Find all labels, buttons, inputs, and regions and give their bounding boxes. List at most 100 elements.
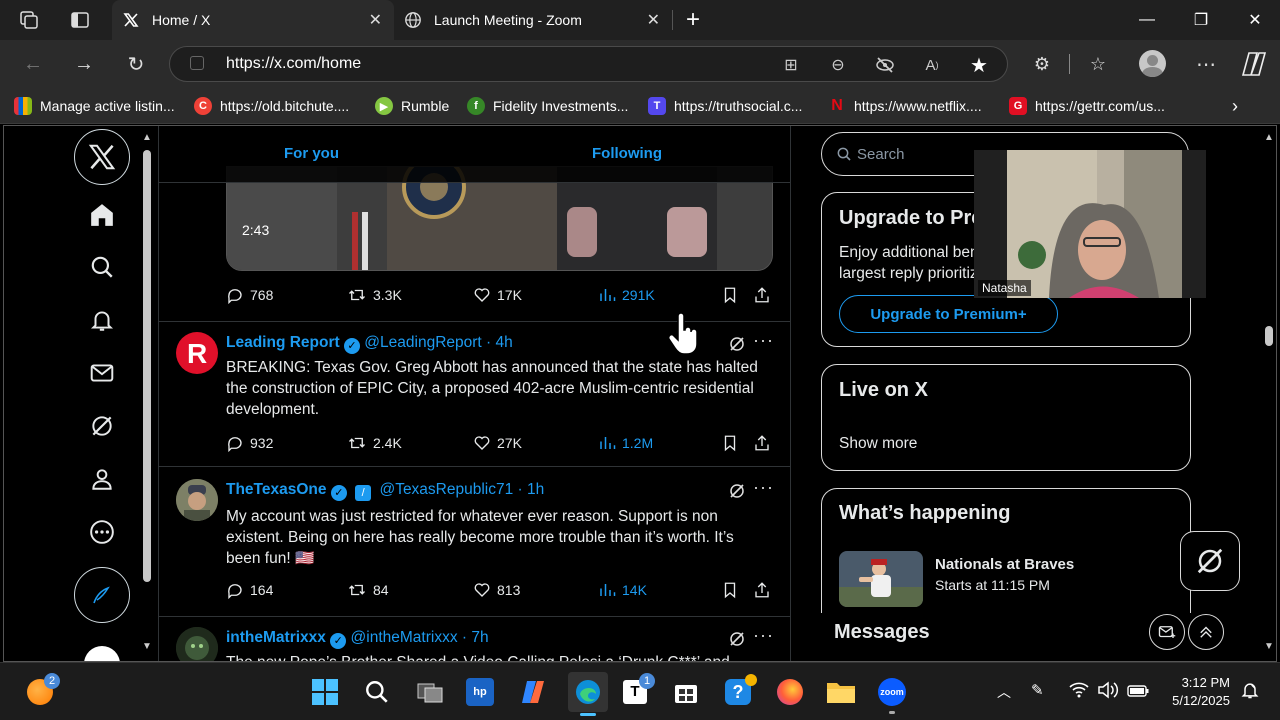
share-button[interactable] [753, 286, 771, 304]
show-hidden-icons[interactable]: ︿ [997, 682, 1011, 702]
bookmark-button[interactable] [721, 581, 739, 599]
microsoft-store-icon[interactable] [670, 676, 702, 708]
myhp-icon[interactable]: hp [466, 678, 494, 706]
copilot-icon[interactable] [1238, 48, 1270, 80]
event-thumbnail[interactable] [839, 551, 923, 607]
app-available-icon[interactable]: ⊞ [780, 54, 802, 76]
expand-messages-icon[interactable] [1188, 614, 1224, 650]
back-icon[interactable]: ← [17, 48, 49, 80]
restore-icon[interactable]: ❐ [1174, 0, 1228, 40]
edge-browser-icon[interactable] [568, 672, 608, 716]
start-windows-icon[interactable] [309, 676, 341, 708]
bookmark-button[interactable] [721, 286, 739, 304]
grok-icon[interactable] [728, 630, 746, 648]
avatar[interactable]: R [176, 332, 218, 374]
file-explorer-icon[interactable] [825, 676, 857, 708]
battery-icon[interactable] [1127, 684, 1149, 702]
share-button[interactable] [753, 434, 771, 452]
post-inthematrixxx[interactable]: intheMatrixxx ✓ @intheMatrixxx · 7h ··· … [159, 616, 790, 661]
favorite-star-icon[interactable]: ★ [968, 54, 990, 77]
like-button[interactable]: 27K [473, 434, 522, 452]
forward-icon[interactable]: → [68, 48, 100, 80]
x-logo-icon[interactable] [74, 129, 130, 185]
reply-button[interactable]: 164 [226, 581, 273, 599]
widgets-icon[interactable]: 2 [24, 673, 60, 708]
views-button[interactable]: 1.2M [598, 434, 653, 452]
show-more-link[interactable]: Show more [839, 433, 917, 454]
views-button[interactable]: 291K [598, 286, 655, 304]
share-button[interactable] [753, 581, 771, 599]
address-bar[interactable]: https://x.com/home ⊞ ⊖ A) ★ [169, 46, 1008, 82]
like-button[interactable]: 17K [473, 286, 522, 304]
zoom-out-icon[interactable]: ⊖ [827, 54, 849, 76]
repost-button[interactable]: 3.3K [347, 286, 402, 304]
bookmark-netflix[interactable]: N https://www.netflix.... [828, 88, 981, 124]
volume-icon[interactable] [1097, 681, 1119, 704]
copilot-app-icon[interactable] [517, 676, 549, 708]
refresh-icon[interactable]: ↻ [120, 48, 152, 80]
event-title[interactable]: Nationals at Braves [935, 556, 1074, 573]
bookmark-fidelity[interactable]: f Fidelity Investments... [467, 88, 628, 124]
task-view-icon[interactable] [414, 676, 446, 708]
firefox-icon[interactable] [774, 676, 806, 708]
post-compose-button[interactable] [74, 567, 130, 623]
tab-x-home[interactable]: Home / X ✕ [112, 0, 394, 40]
read-aloud-icon[interactable]: A) [921, 54, 943, 76]
zoom-video-overlay[interactable]: Natasha [974, 150, 1206, 298]
bookmark-ebay[interactable]: Manage active listin... [14, 88, 175, 124]
left-scrollbar[interactable]: ▲ ▼ [140, 126, 154, 661]
tab-following[interactable]: Following [592, 145, 662, 162]
grok-icon[interactable] [728, 335, 746, 353]
favorites-icon[interactable]: ☆ [1082, 48, 1114, 80]
tracking-prevention-icon[interactable] [874, 54, 896, 76]
grok-icon[interactable] [728, 482, 746, 500]
bookmark-bitchute[interactable]: C https://old.bitchute.... [194, 88, 349, 124]
right-scrollbar[interactable]: ▲ ▼ [1262, 126, 1276, 661]
get-help-icon[interactable]: ? [722, 674, 757, 708]
messages-drawer[interactable]: Messages [814, 613, 1224, 661]
bookmark-button[interactable] [721, 434, 739, 452]
upgrade-premium-button[interactable]: Upgrade to Premium+ [839, 295, 1058, 333]
pen-menu-icon[interactable]: ✎ [1031, 681, 1044, 699]
like-button[interactable]: 813 [473, 581, 520, 599]
profile-person-icon[interactable] [74, 451, 130, 507]
extensions-icon[interactable]: ⚙ [1026, 48, 1058, 80]
tab-for-you[interactable]: For you [284, 145, 339, 162]
notifications-bell-icon[interactable] [74, 292, 130, 348]
tab-zoom[interactable]: Launch Meeting - Zoom ✕ [394, 0, 672, 40]
repost-button[interactable]: 84 [347, 581, 389, 599]
repost-button[interactable]: 2.4K [347, 434, 402, 452]
workspaces-icon[interactable] [18, 10, 40, 30]
post-more-icon[interactable]: ··· [753, 330, 774, 351]
close-tab-icon[interactable]: ✕ [369, 10, 382, 30]
account-avatar[interactable] [84, 646, 120, 661]
messages-envelope-icon[interactable] [74, 345, 130, 401]
more-circle-icon[interactable] [74, 504, 130, 560]
bookmark-truthsocial[interactable]: T https://truthsocial.c... [648, 88, 802, 124]
close-tab-icon[interactable]: ✕ [647, 10, 660, 30]
new-message-icon[interactable] [1149, 614, 1185, 650]
post-more-icon[interactable]: ··· [753, 625, 774, 646]
more-options-icon[interactable]: ⋯ [1190, 48, 1222, 80]
home-icon[interactable] [74, 187, 130, 243]
system-clock[interactable]: 3:12 PM 5/12/2025 [1172, 674, 1230, 710]
reply-button[interactable]: 932 [226, 434, 273, 452]
search-icon[interactable] [361, 676, 393, 708]
new-tab-icon[interactable]: + [686, 6, 700, 34]
minimize-icon[interactable]: — [1120, 0, 1174, 40]
avatar[interactable] [176, 479, 218, 521]
notifications-icon[interactable] [1240, 680, 1260, 705]
grok-float-button[interactable] [1180, 531, 1240, 591]
wifi-icon[interactable] [1069, 681, 1089, 704]
tab-actions-icon[interactable] [70, 10, 90, 30]
bookmark-gettr[interactable]: G https://gettr.com/us... [1009, 88, 1165, 124]
teams-icon[interactable]: T 1 [619, 673, 655, 708]
window-close-icon[interactable]: ✕ [1228, 0, 1280, 40]
zoom-app-icon[interactable]: zoom [876, 676, 908, 714]
search-icon[interactable] [74, 239, 130, 295]
bookmarks-overflow-icon[interactable]: › [1232, 88, 1238, 124]
bookmark-rumble[interactable]: ▶ Rumble [375, 88, 449, 124]
grok-icon[interactable] [74, 398, 130, 454]
post-more-icon[interactable]: ··· [753, 477, 774, 498]
reply-button[interactable]: 768 [226, 286, 273, 304]
